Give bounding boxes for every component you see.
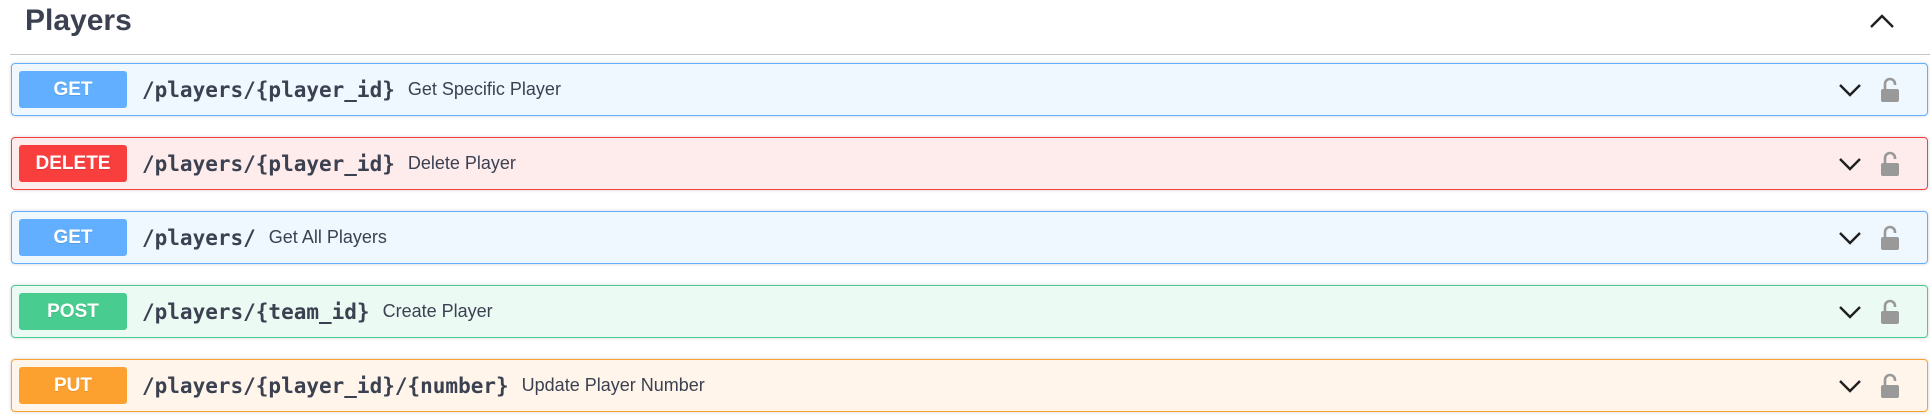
chevron-down-icon[interactable]	[1835, 149, 1865, 179]
chevron-down-icon[interactable]	[1835, 75, 1865, 105]
unlocked-padlock-icon[interactable]	[1875, 73, 1905, 107]
section-header[interactable]: Players	[10, 0, 1930, 55]
operation-update-player-number[interactable]: PUT /players/{player_id}/{number} Update…	[11, 359, 1928, 412]
endpoint-summary: Create Player	[382, 301, 493, 321]
operation-delete-player[interactable]: DELETE /players/{player_id} Delete Playe…	[11, 137, 1928, 190]
operation-get-all-players[interactable]: GET /players/ Get All Players	[11, 211, 1928, 264]
unlocked-padlock-icon[interactable]	[1875, 147, 1905, 181]
chevron-up-icon[interactable]	[1862, 1, 1902, 41]
operation-get-specific-player[interactable]: GET /players/{player_id} Get Specific Pl…	[11, 63, 1928, 116]
endpoint-path: /players/	[142, 225, 256, 250]
section-title: Players	[25, 4, 132, 37]
endpoint-summary: Update Player Number	[521, 375, 705, 395]
endpoint-path: /players/{team_id}	[142, 299, 370, 324]
unlocked-padlock-icon[interactable]	[1875, 221, 1905, 255]
endpoint-path: /players/{player_id}/{number}	[142, 373, 509, 398]
operation-create-player[interactable]: POST /players/{team_id} Create Player	[11, 285, 1928, 338]
unlocked-padlock-icon[interactable]	[1875, 295, 1905, 329]
endpoint-summary: Get Specific Player	[407, 79, 561, 99]
chevron-down-icon[interactable]	[1835, 223, 1865, 253]
endpoint-path: /players/{player_id}	[142, 151, 395, 176]
players-section: Players	[10, 0, 1930, 55]
method-badge: DELETE	[19, 145, 127, 182]
chevron-down-icon[interactable]	[1835, 297, 1865, 327]
endpoint-path: /players/{player_id}	[142, 77, 395, 102]
chevron-down-icon[interactable]	[1835, 371, 1865, 401]
method-badge: PUT	[19, 367, 127, 404]
endpoint-summary: Get All Players	[268, 227, 387, 247]
method-badge: POST	[19, 293, 127, 330]
unlocked-padlock-icon[interactable]	[1875, 369, 1905, 403]
method-badge: GET	[19, 219, 127, 256]
endpoint-summary: Delete Player	[407, 153, 516, 173]
method-badge: GET	[19, 71, 127, 108]
